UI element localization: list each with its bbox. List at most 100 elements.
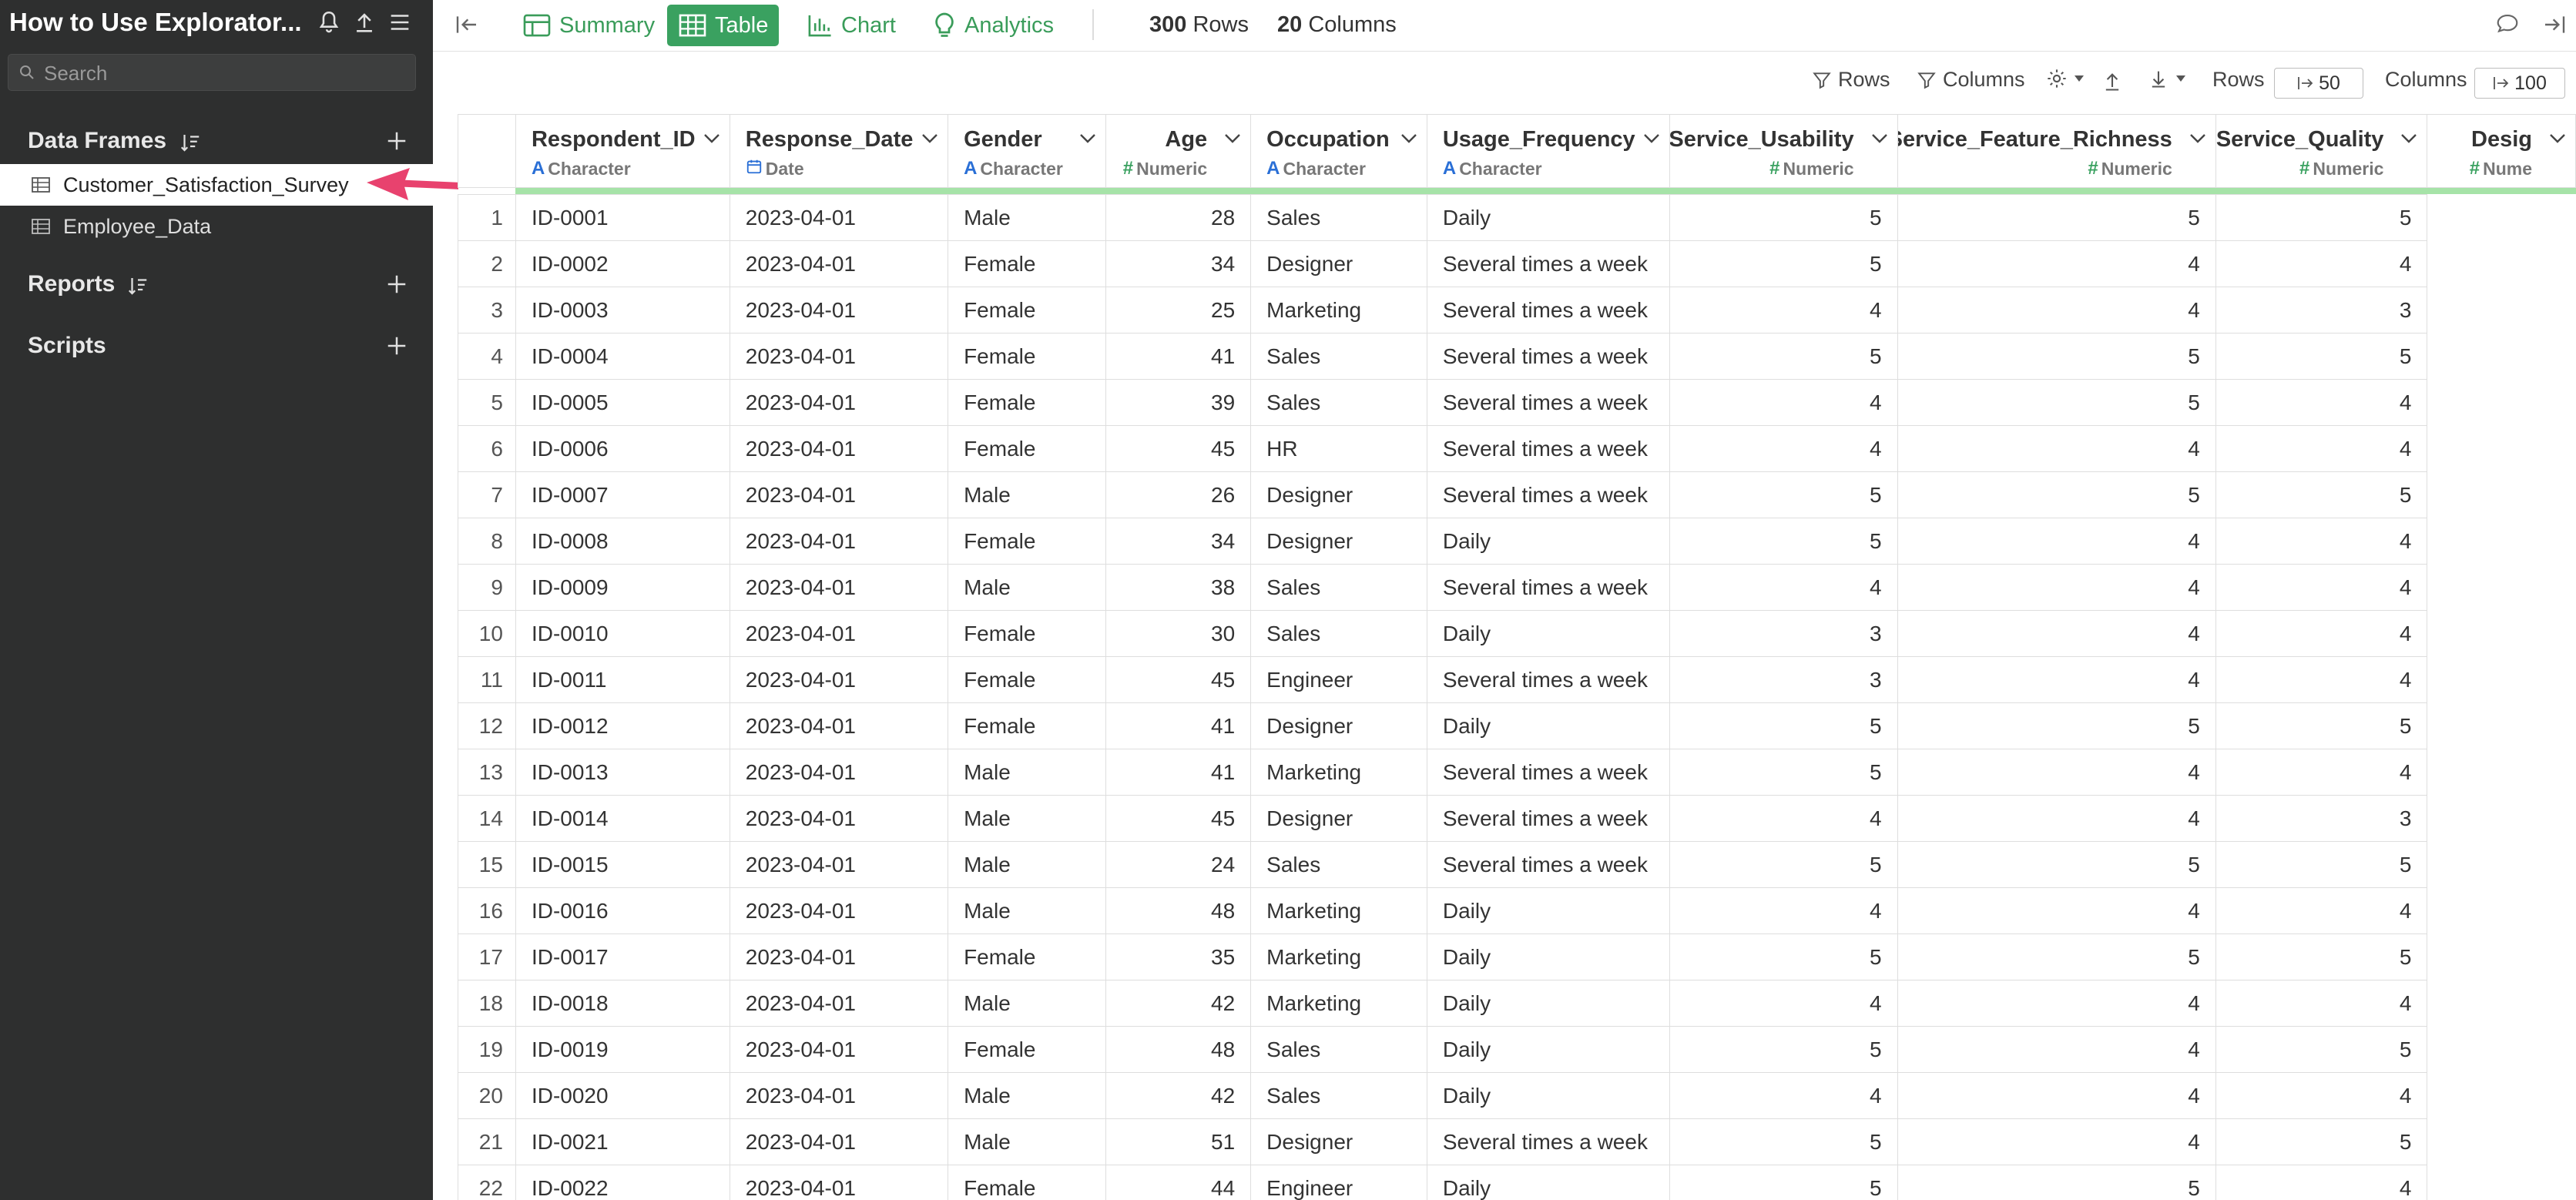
table-cell[interactable]: HR xyxy=(1250,425,1427,472)
table-cell[interactable]: Female xyxy=(948,287,1106,334)
chevron-down-icon[interactable] xyxy=(703,133,720,144)
data-frames-heading[interactable]: Data Frames xyxy=(28,128,166,154)
table-cell[interactable]: Several times a week xyxy=(1426,471,1670,518)
table-cell[interactable]: Female xyxy=(948,425,1106,472)
table-cell[interactable]: Daily xyxy=(1426,194,1670,241)
table-cell[interactable]: ID-0022 xyxy=(515,1165,730,1200)
table-cell[interactable]: Daily xyxy=(1426,1026,1670,1073)
table-cell[interactable]: 2023-04-01 xyxy=(729,887,949,934)
table-cell[interactable]: 4 xyxy=(1669,980,1898,1027)
chevron-down-icon[interactable] xyxy=(1400,133,1417,144)
table-cell[interactable]: Female xyxy=(948,610,1106,657)
table-cell[interactable]: Sales xyxy=(1250,564,1427,611)
table-cell[interactable]: Several times a week xyxy=(1426,795,1670,842)
upload-icon[interactable] xyxy=(351,9,377,35)
table-cell[interactable]: 35 xyxy=(1105,934,1252,980)
table-cell[interactable]: 4 xyxy=(1897,564,2216,611)
summary-tab[interactable]: Summary xyxy=(512,5,666,46)
collapse-sidebar-icon[interactable] xyxy=(453,12,481,37)
bell-icon[interactable] xyxy=(316,9,342,35)
table-row[interactable]: 21 ID-0021 2023-04-01 Male 51 Designer Several… xyxy=(458,1118,2576,1165)
table-cell[interactable]: 4 xyxy=(2215,1072,2428,1119)
table-cell[interactable]: 5 xyxy=(1669,841,1898,888)
table-cell[interactable]: 5 xyxy=(2215,1026,2428,1073)
row-number[interactable]: 10 xyxy=(458,610,516,657)
table-cell[interactable]: 4 xyxy=(1897,887,2216,934)
table-cell[interactable]: 25 xyxy=(1105,287,1252,334)
table-cell[interactable]: 42 xyxy=(1105,980,1252,1027)
table-row[interactable]: 12 ID-0012 2023-04-01 Female 41 Designer Daily… xyxy=(458,702,2576,749)
row-number[interactable]: 19 xyxy=(458,1026,516,1073)
table-cell[interactable]: 4 xyxy=(1897,240,2216,287)
table-cell[interactable]: Male xyxy=(948,1072,1106,1119)
scripts-heading[interactable]: Scripts xyxy=(28,333,106,359)
table-cell[interactable]: 4 xyxy=(2215,610,2428,657)
table-cell[interactable]: 5 xyxy=(1669,934,1898,980)
table-cell[interactable]: Several times a week xyxy=(1426,425,1670,472)
table-cell[interactable]: 5 xyxy=(1897,841,2216,888)
table-cell[interactable]: ID-0020 xyxy=(515,1072,730,1119)
table-cell[interactable]: 4 xyxy=(2215,425,2428,472)
table-cell[interactable]: ID-0019 xyxy=(515,1026,730,1073)
analytics-tab[interactable]: Analytics xyxy=(921,5,1065,46)
table-cell[interactable]: ID-0001 xyxy=(515,194,730,241)
table-cell[interactable]: ID-0010 xyxy=(515,610,730,657)
column-header[interactable]: Response_Date Date xyxy=(729,114,949,188)
table-cell[interactable]: Several times a week xyxy=(1426,1118,1670,1165)
row-number[interactable]: 3 xyxy=(458,287,516,334)
table-cell[interactable]: Several times a week xyxy=(1426,333,1670,380)
table-cell[interactable]: 4 xyxy=(2215,379,2428,426)
table-cell[interactable]: Daily xyxy=(1426,1165,1670,1200)
table-cell[interactable]: ID-0003 xyxy=(515,287,730,334)
table-cell[interactable]: 4 xyxy=(2215,887,2428,934)
table-cell[interactable]: ID-0002 xyxy=(515,240,730,287)
reports-heading[interactable]: Reports xyxy=(28,271,115,297)
table-cell[interactable]: 5 xyxy=(1897,1165,2216,1200)
table-cell[interactable]: 48 xyxy=(1105,887,1252,934)
table-cell[interactable]: Marketing xyxy=(1250,934,1427,980)
table-cell[interactable]: 2023-04-01 xyxy=(729,749,949,796)
comment-icon[interactable] xyxy=(2494,12,2521,35)
row-number[interactable]: 11 xyxy=(458,656,516,703)
table-cell[interactable]: Daily xyxy=(1426,702,1670,749)
table-cell[interactable]: 4 xyxy=(1897,980,2216,1027)
table-cell[interactable]: Sales xyxy=(1250,194,1427,241)
table-cell[interactable]: 5 xyxy=(1669,1118,1898,1165)
row-number[interactable]: 12 xyxy=(458,702,516,749)
table-row[interactable]: 14 ID-0014 2023-04-01 Male 45 Designer Several… xyxy=(458,795,2576,842)
table-cell[interactable]: 5 xyxy=(1897,333,2216,380)
table-cell[interactable]: Marketing xyxy=(1250,887,1427,934)
table-cell[interactable]: Several times a week xyxy=(1426,240,1670,287)
table-cell[interactable]: 5 xyxy=(1897,194,2216,241)
table-cell[interactable]: 34 xyxy=(1105,240,1252,287)
columns-limit-input[interactable]: 100 xyxy=(2474,68,2565,99)
chevron-down-icon[interactable] xyxy=(1643,133,1660,144)
table-cell[interactable]: ID-0011 xyxy=(515,656,730,703)
app-title[interactable]: How to Use Explorator... xyxy=(9,8,302,37)
table-cell[interactable]: Female xyxy=(948,702,1106,749)
chevron-down-icon[interactable] xyxy=(1224,133,1241,144)
table-cell[interactable]: Male xyxy=(948,749,1106,796)
table-row[interactable]: 22 ID-0022 2023-04-01 Female 44 Engineer Daily… xyxy=(458,1165,2576,1200)
table-cell[interactable]: Daily xyxy=(1426,980,1670,1027)
table-cell[interactable]: Female xyxy=(948,934,1106,980)
table-cell[interactable]: Male xyxy=(948,471,1106,518)
row-number[interactable]: 8 xyxy=(458,518,516,565)
table-cell[interactable]: 4 xyxy=(2215,564,2428,611)
table-cell[interactable]: 4 xyxy=(1669,795,1898,842)
table-cell[interactable]: 5 xyxy=(1669,240,1898,287)
row-number[interactable]: 15 xyxy=(458,841,516,888)
table-cell[interactable]: ID-0009 xyxy=(515,564,730,611)
table-row[interactable]: 16 ID-0016 2023-04-01 Male 48 Marketing Daily 4… xyxy=(458,887,2576,934)
table-cell[interactable]: 5 xyxy=(2215,841,2428,888)
table-cell[interactable]: 5 xyxy=(1669,1026,1898,1073)
search-input[interactable] xyxy=(42,59,408,87)
columns-filter-button[interactable]: Columns xyxy=(1917,68,2025,92)
table-cell[interactable]: 2023-04-01 xyxy=(729,240,949,287)
table-cell[interactable]: 4 xyxy=(1897,287,2216,334)
table-cell[interactable]: Daily xyxy=(1426,518,1670,565)
row-number[interactable]: 5 xyxy=(458,379,516,426)
row-number[interactable]: 18 xyxy=(458,980,516,1027)
table-cell[interactable]: 5 xyxy=(1669,749,1898,796)
table-cell[interactable]: Sales xyxy=(1250,379,1427,426)
